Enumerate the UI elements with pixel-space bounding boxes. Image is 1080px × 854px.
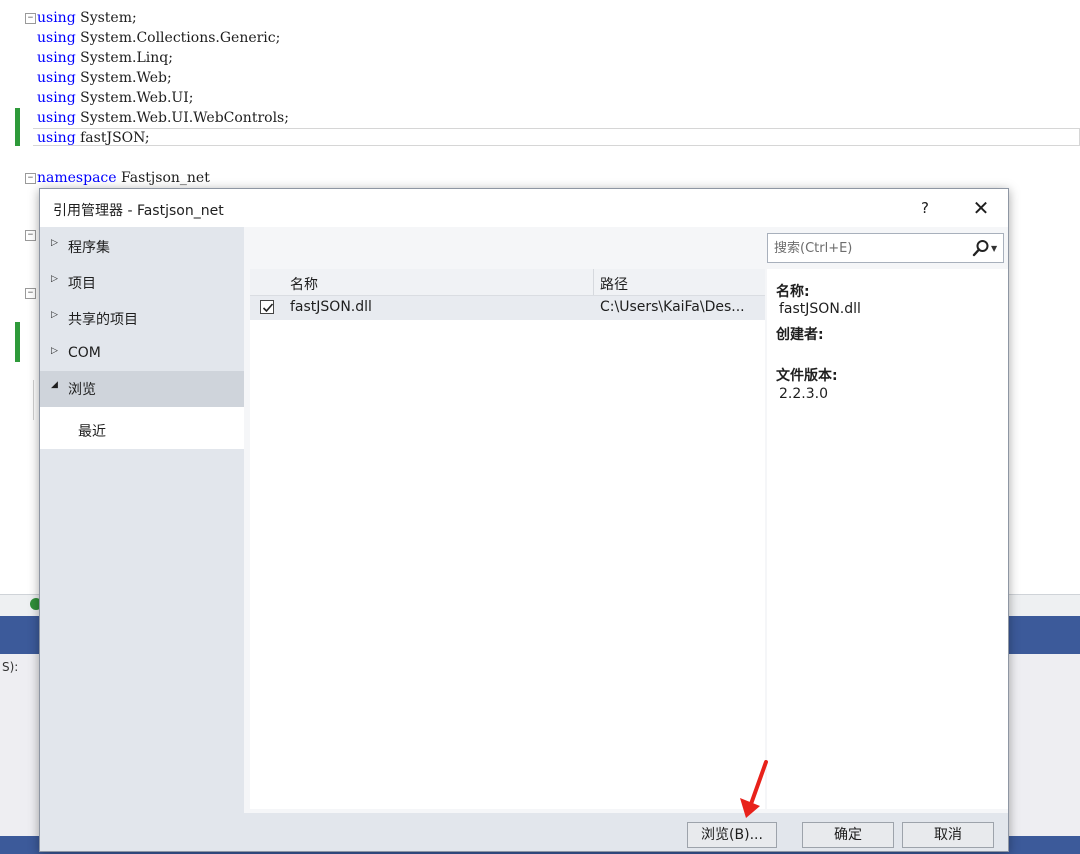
ok-button[interactable]: 确定 [802,822,894,848]
dialog-title: 引用管理器 - Fastjson_net [53,203,224,219]
code-line-4: using System.Web; [37,70,172,86]
detail-version-value: 2.2.3.0 [779,386,828,402]
detail-version-label: 文件版本: [776,368,838,384]
change-indicator [15,108,20,146]
sidebar-item-shared-projects[interactable]: ▷ 共享的项目 [40,301,244,335]
fold-toggle-icon[interactable]: − [25,173,36,184]
cancel-button[interactable]: 取消 [902,822,994,848]
dialog-footer: 浏览(B)... 确定 取消 [40,813,1008,851]
detail-name-value: fastJSON.dll [779,301,861,317]
code-line-6: using System.Web.UI.WebControls; [37,110,289,126]
sidebar-item-projects[interactable]: ▷ 项目 [40,265,244,299]
details-pane: 名称: fastJSON.dll 创建者: 文件版本: 2.2.3.0 [767,269,1008,809]
indent-guide [33,380,34,420]
expand-arrow-icon: ▷ [51,310,58,320]
code-line-7: using fastJSON; [37,130,150,146]
list-header: 名称 路径 [250,269,765,296]
fold-toggle-icon[interactable]: − [25,288,36,299]
sidebar-item-label: 浏览 [68,382,96,398]
code-line-3: using System.Linq; [37,50,173,66]
sidebar-item-label: 共享的项目 [68,312,138,328]
sidebar-item-recent[interactable]: 最近 [40,407,244,449]
reference-checkbox[interactable] [260,300,274,314]
search-box[interactable]: ▼ [767,233,1004,263]
change-indicator [15,322,20,362]
sidebar-item-browse[interactable]: ◢ 浏览 [40,371,244,407]
expand-arrow-icon: ▷ [51,346,58,356]
list-row[interactable]: fastJSON.dll C:\Users\KaiFa\Des... [250,296,765,320]
sidebar-item-label: 程序集 [68,240,110,256]
column-divider[interactable] [593,269,594,295]
code-line-namespace: namespace Fastjson_net [37,170,210,186]
fold-toggle-icon[interactable]: − [25,230,36,241]
search-icon[interactable] [972,239,990,257]
sidebar-item-assemblies[interactable]: ▷ 程序集 [40,229,244,263]
detail-creator-label: 创建者: [776,327,824,343]
dialog-title-bar[interactable]: 引用管理器 - Fastjson_net ? ✕ [40,189,1008,227]
annotation-arrow-icon [740,760,768,818]
search-input[interactable] [768,234,980,262]
expand-arrow-icon: ▷ [51,238,58,248]
column-header-path[interactable]: 路径 [600,274,628,294]
sidebar-item-com[interactable]: ▷ COM [40,337,244,371]
help-button[interactable]: ? [910,197,940,219]
browse-button[interactable]: 浏览(B)... [687,822,777,848]
sidebar-item-label: COM [68,345,101,361]
category-sidebar: ▷ 程序集 ▷ 项目 ▷ 共享的项目 ▷ COM ◢ 浏览 最近 [40,227,244,813]
detail-name-label: 名称: [776,284,810,300]
reference-name: fastJSON.dll [290,299,372,315]
sidebar-item-label: 最近 [78,424,106,440]
code-line-1: using System; [37,10,137,26]
fold-toggle-icon[interactable]: − [25,13,36,24]
reference-manager-dialog: 引用管理器 - Fastjson_net ? ✕ ▷ 程序集 ▷ 项目 ▷ 共享… [39,188,1009,852]
reference-path: C:\Users\KaiFa\Des... [600,299,745,315]
code-line-5: using System.Web.UI; [37,90,194,106]
expand-arrow-icon: ▷ [51,274,58,284]
collapse-arrow-icon: ◢ [51,380,58,390]
reference-list: 名称 路径 fastJSON.dll C:\Users\KaiFa\Des... [250,269,765,809]
code-line-2: using System.Collections.Generic; [37,30,281,46]
dropdown-arrow-icon[interactable]: ▼ [991,244,997,253]
column-header-name[interactable]: 名称 [290,274,318,294]
current-line-highlight [33,128,1080,146]
close-button[interactable]: ✕ [964,195,998,221]
panel-label: S): [2,660,19,674]
sidebar-item-label: 项目 [68,276,96,292]
checkmark-icon [262,303,274,313]
